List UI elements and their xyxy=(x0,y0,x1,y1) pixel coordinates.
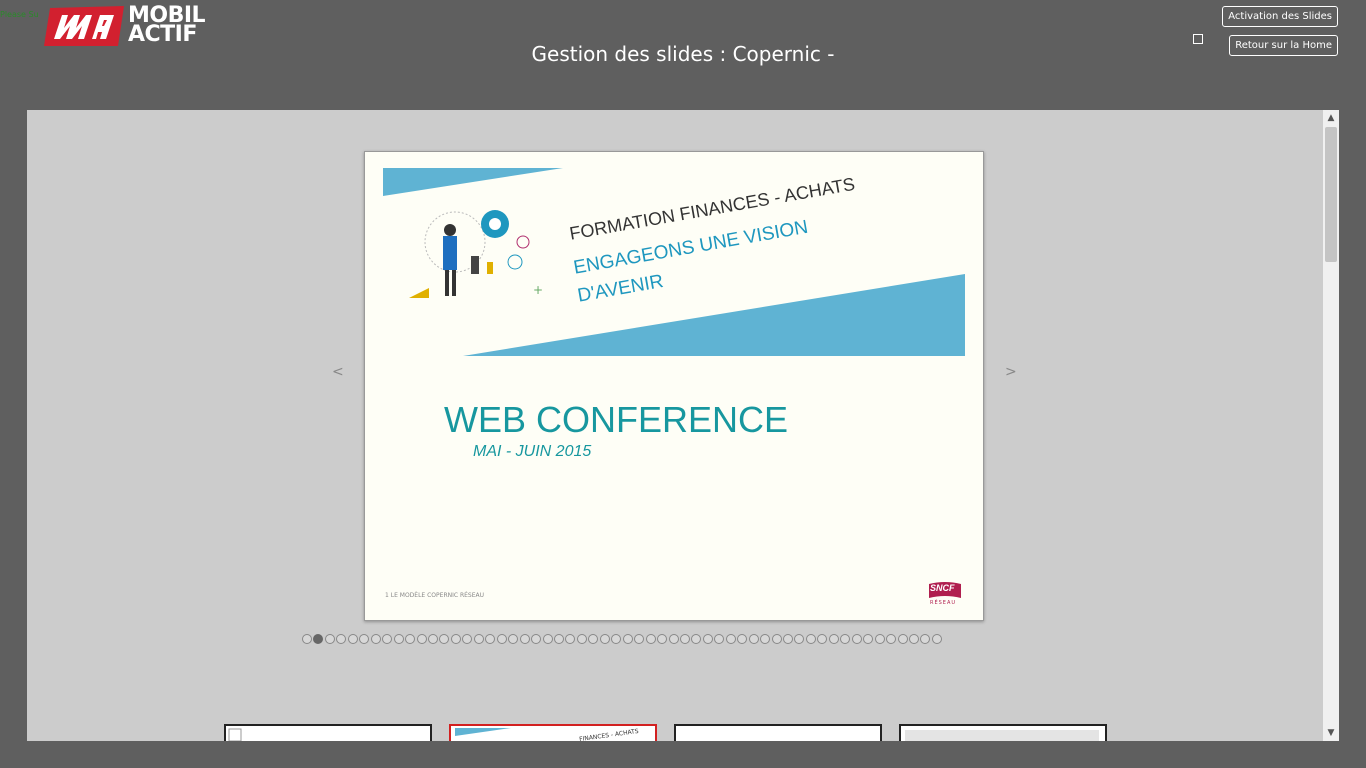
pagination-dot[interactable] xyxy=(347,634,358,644)
return-home-button[interactable]: Retour sur la Home xyxy=(1229,35,1338,56)
slide-subheading: MAI - JUIN 2015 xyxy=(473,443,592,460)
pagination-dot[interactable] xyxy=(668,634,679,644)
pagination-dot[interactable] xyxy=(553,634,564,644)
slide-preview: + FORMATION FINANCES - ACHATS ENGAGEONS … xyxy=(364,151,984,621)
pagination-dot[interactable] xyxy=(679,634,690,644)
thumbnail-content xyxy=(905,730,1099,741)
pagination-dot[interactable] xyxy=(702,634,713,644)
pagination-dot[interactable] xyxy=(519,634,530,644)
pagination-dot[interactable] xyxy=(886,634,897,644)
pagination-dot[interactable] xyxy=(725,634,736,644)
slide-thumbnail[interactable] xyxy=(224,724,432,741)
pagination-dot[interactable] xyxy=(817,634,828,644)
pagination-dot[interactable] xyxy=(828,634,839,644)
logo-badge-icon xyxy=(44,6,124,46)
pagination-dot[interactable] xyxy=(359,634,370,644)
activation-slides-button[interactable]: Activation des Slides xyxy=(1222,6,1338,27)
pagination-dot[interactable] xyxy=(565,634,576,644)
pagination-dot[interactable] xyxy=(863,634,874,644)
scroll-up-icon[interactable]: ▲ xyxy=(1323,110,1339,126)
prev-slide-button[interactable]: < xyxy=(332,364,344,380)
toggle-checkbox[interactable] xyxy=(1193,34,1203,44)
illustration-figures: + xyxy=(409,210,543,298)
pagination-dot[interactable] xyxy=(336,634,347,644)
logo-text: MOBIL ACTIF xyxy=(128,5,206,46)
slide-viewer-panel: + FORMATION FINANCES - ACHATS ENGAGEONS … xyxy=(27,110,1323,741)
page-title: Gestion des slides : Copernic - xyxy=(531,42,835,66)
pagination-dot[interactable] xyxy=(611,634,622,644)
pagination-dot[interactable] xyxy=(485,634,496,644)
pagination-dot[interactable] xyxy=(874,634,885,644)
slide-heading: WEB CONFERENCE xyxy=(444,399,789,440)
slide-footer: 1 LE MODÈLE COPERNIC RÉSEAU xyxy=(385,592,485,599)
pagination-dot[interactable] xyxy=(794,634,805,644)
pagination-dot[interactable] xyxy=(920,634,931,644)
pagination-dot[interactable] xyxy=(313,634,324,644)
svg-text:+: + xyxy=(533,283,543,297)
scroll-down-icon[interactable]: ▼ xyxy=(1323,725,1339,741)
broken-image-icon xyxy=(228,728,242,741)
pagination-dot[interactable] xyxy=(851,634,862,644)
pagination-dot[interactable] xyxy=(931,634,942,644)
slide-pagination xyxy=(302,634,943,646)
pagination-dot[interactable] xyxy=(370,634,381,644)
pagination-dot[interactable] xyxy=(599,634,610,644)
pagination-dot[interactable] xyxy=(909,634,920,644)
pagination-dot[interactable] xyxy=(542,634,553,644)
slide-thumbnail[interactable] xyxy=(899,724,1107,741)
pagination-dot[interactable] xyxy=(737,634,748,644)
vertical-scrollbar[interactable]: ▲ ▼ xyxy=(1323,110,1339,741)
pagination-dot[interactable] xyxy=(393,634,404,644)
pagination-dot[interactable] xyxy=(324,634,335,644)
scroll-thumb[interactable] xyxy=(1325,127,1337,262)
pagination-dot[interactable] xyxy=(622,634,633,644)
pagination-dot[interactable] xyxy=(382,634,393,644)
pagination-dot[interactable] xyxy=(840,634,851,644)
pagination-dot[interactable] xyxy=(783,634,794,644)
pagination-dot[interactable] xyxy=(771,634,782,644)
pagination-dot[interactable] xyxy=(897,634,908,644)
pagination-dot[interactable] xyxy=(416,634,427,644)
pagination-dot[interactable] xyxy=(691,634,702,644)
pagination-dot[interactable] xyxy=(531,634,542,644)
status-text: Please Su xyxy=(0,10,39,19)
pagination-dot[interactable] xyxy=(805,634,816,644)
pagination-dot[interactable] xyxy=(508,634,519,644)
next-slide-button[interactable]: > xyxy=(1005,364,1017,380)
pagination-dot[interactable] xyxy=(714,634,725,644)
pagination-dot[interactable] xyxy=(657,634,668,644)
pagination-dot[interactable] xyxy=(760,634,771,644)
slide-thumbnail[interactable] xyxy=(674,724,882,741)
pagination-dot[interactable] xyxy=(302,634,312,644)
pagination-dot[interactable] xyxy=(462,634,473,644)
pagination-dot[interactable] xyxy=(473,634,484,644)
pagination-dot[interactable] xyxy=(576,634,587,644)
sncf-brand-text: SNCF xyxy=(930,583,955,593)
slide-thumbnail-selected[interactable]: FINANCES - ACHATS xyxy=(449,724,657,741)
pagination-dot[interactable] xyxy=(405,634,416,644)
pagination-dot[interactable] xyxy=(450,634,461,644)
pagination-dot[interactable] xyxy=(496,634,507,644)
sncf-brand-sub: RÉSEAU xyxy=(930,600,957,606)
pagination-dot[interactable] xyxy=(588,634,599,644)
pagination-dot[interactable] xyxy=(748,634,759,644)
pagination-dot[interactable] xyxy=(634,634,645,644)
pagination-dot[interactable] xyxy=(645,634,656,644)
pagination-dot[interactable] xyxy=(439,634,450,644)
pagination-dot[interactable] xyxy=(427,634,438,644)
